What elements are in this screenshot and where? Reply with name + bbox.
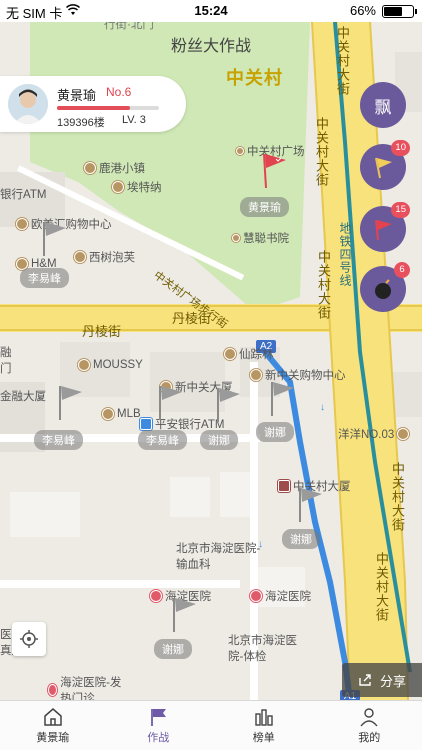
yellow-flag-button[interactable]: 10 bbox=[360, 140, 410, 190]
map-title: 粉丝大作战 bbox=[170, 38, 251, 55]
gray-flag-marker[interactable] bbox=[264, 378, 304, 418]
user-card[interactable]: 黄景瑜 No.6 139396楼 LV. 3 bbox=[0, 76, 186, 132]
district-label: 中关村 bbox=[226, 68, 283, 88]
flag-tag-li-2: 李易峰 bbox=[34, 430, 83, 450]
locate-button[interactable] bbox=[12, 622, 46, 656]
gray-flag-marker[interactable] bbox=[152, 382, 192, 422]
avenue-label-2: 中关村大街 bbox=[314, 117, 329, 187]
red-flag-badge: 15 bbox=[391, 202, 410, 218]
bomb-badge: 6 bbox=[394, 262, 410, 278]
metro-line-label: 地铁四号线 bbox=[338, 222, 352, 287]
poi-mlb[interactable]: MLB bbox=[102, 408, 141, 420]
share-icon bbox=[359, 674, 371, 686]
avatar bbox=[8, 84, 48, 124]
poi-haidian-blood[interactable]: 北京市海淀医院-输血科 bbox=[176, 540, 266, 572]
flag-tag-huang: 黄景瑜 bbox=[240, 197, 289, 217]
poi-huicong[interactable]: 慧聪书院 bbox=[232, 230, 289, 246]
svg-text:↓: ↓ bbox=[320, 402, 325, 413]
status-bar: 无 SIM 卡 15:24 66% bbox=[0, 0, 422, 22]
poi-haidian-checkup[interactable]: 北京市海淀医院-体检 bbox=[228, 632, 308, 664]
bank-atm-label: 银行ATM bbox=[0, 189, 47, 201]
jin-building-label: 金融大厦 bbox=[0, 391, 46, 403]
level-progress-fill bbox=[57, 106, 131, 110]
avenue-label-5: 中关村大街 bbox=[374, 552, 389, 622]
bomb-icon bbox=[375, 279, 391, 299]
poi-haidian-fever[interactable]: 海淀医院-发热门诊 bbox=[48, 674, 128, 700]
tab-profile[interactable]: 我的 bbox=[317, 701, 422, 750]
gray-flag-marker[interactable] bbox=[36, 218, 76, 258]
gray-flag-marker[interactable] bbox=[292, 484, 332, 524]
tab-bar: 黄景瑜 作战 榜单 我的 bbox=[0, 700, 422, 750]
battery-percent: 66% bbox=[349, 3, 376, 18]
flag-tag-xie-2: 谢娜 bbox=[256, 422, 294, 442]
flag-tag-li-1: 李易峰 bbox=[20, 268, 69, 288]
danleng-label-1: 丹棱街 bbox=[172, 311, 212, 326]
danleng-label-2: 丹棱街 bbox=[82, 324, 122, 339]
yellow-flag-badge: 10 bbox=[391, 140, 410, 156]
crosshair-icon bbox=[20, 630, 38, 648]
flag-tag-xie-1: 谢娜 bbox=[200, 430, 238, 450]
jin-left-label-2: 门 bbox=[0, 363, 12, 375]
tab-ranking[interactable]: 榜单 bbox=[211, 701, 317, 750]
user-rank: No.6 bbox=[106, 85, 132, 99]
poi-lugang[interactable]: 鹿港小镇 bbox=[84, 160, 145, 176]
floor-count: 139396楼 bbox=[57, 117, 105, 129]
red-flag-icon bbox=[375, 219, 392, 241]
gray-flag-marker[interactable] bbox=[210, 384, 250, 424]
poi-yangyang[interactable]: 洋洋NO.03 bbox=[338, 426, 410, 442]
gray-flag-marker[interactable] bbox=[52, 382, 92, 422]
float-cloud-icon: 飘 bbox=[374, 97, 392, 117]
battle-flag-icon bbox=[151, 708, 167, 726]
yellow-flag-icon bbox=[375, 157, 392, 179]
battery-icon bbox=[382, 5, 417, 18]
avenue-label-3: 中关村大街 bbox=[316, 250, 331, 320]
flag-tag-xie-3: 谢娜 bbox=[282, 529, 320, 549]
poi-xishu[interactable]: 西树泡芙 bbox=[74, 249, 135, 265]
profile-icon bbox=[360, 707, 378, 726]
level-progress-bar bbox=[57, 106, 159, 110]
home-icon bbox=[44, 707, 62, 726]
user-name: 黄景瑜 bbox=[57, 88, 97, 103]
gray-flag-marker[interactable] bbox=[166, 594, 206, 634]
share-button[interactable]: 分享 bbox=[342, 663, 422, 697]
ranking-bars-icon bbox=[255, 708, 273, 726]
poi-xianzong[interactable]: 仙踪林 bbox=[224, 346, 274, 362]
flag-tag-li-3: 李易峰 bbox=[138, 430, 187, 450]
red-flag-marker[interactable] bbox=[256, 150, 296, 190]
share-label: 分享 bbox=[379, 673, 406, 689]
red-flag-button[interactable]: 15 bbox=[360, 202, 410, 252]
poi-haidian-hospital-2[interactable]: 海淀医院 bbox=[250, 588, 311, 604]
jin-left-label-1: 融 bbox=[0, 347, 12, 359]
float-button[interactable]: 飘 bbox=[360, 82, 406, 128]
tab-home[interactable]: 黄景瑜 bbox=[0, 701, 106, 750]
avenue-label-4: 中关村大街 bbox=[390, 462, 405, 532]
user-level: LV. 3 bbox=[122, 114, 146, 126]
top-road-label: 行街·北门 bbox=[104, 22, 154, 31]
poi-moussy[interactable]: MOUSSY bbox=[78, 359, 143, 371]
poi-aitena[interactable]: 埃特纳 bbox=[112, 179, 162, 195]
flag-tag-xie-4: 谢娜 bbox=[154, 639, 192, 659]
bomb-button[interactable]: 6 bbox=[360, 262, 410, 312]
tab-battle[interactable]: 作战 bbox=[106, 701, 212, 750]
